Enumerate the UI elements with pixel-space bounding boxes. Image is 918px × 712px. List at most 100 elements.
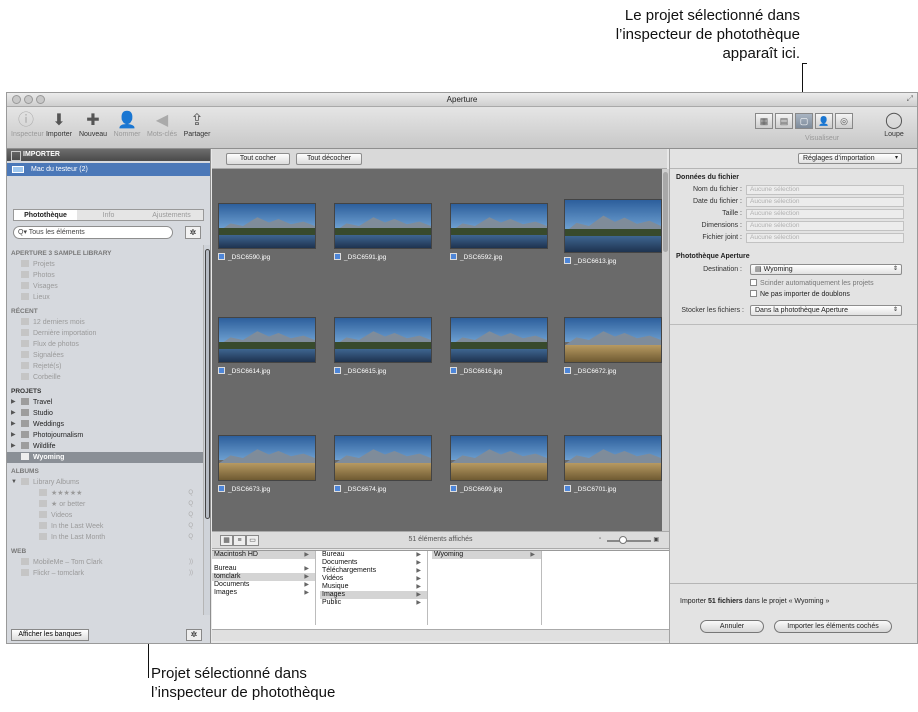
uncheck-all-button[interactable]: Tout décocher [296,153,362,165]
sidebar-scrollbar[interactable] [203,245,210,615]
slider-knob[interactable] [619,536,627,544]
new-button[interactable]: ✚ Nouveau [77,111,109,138]
no-duplicates-checkbox[interactable]: Ne pas importer de doublons [750,290,850,298]
import-settings-popup[interactable]: Réglages d’importation ▾ [798,153,902,164]
library-item-projects[interactable]: Projets [7,259,203,270]
disclosure-triangle-icon[interactable]: ▶ [11,408,16,419]
disclosure-triangle-icon[interactable]: ▼ [11,477,17,488]
loupe-button[interactable]: ◯ Loupe [879,111,909,138]
faces-view-icon[interactable]: 👤 [815,113,833,129]
magnifier-icon[interactable]: Q [188,510,193,521]
project-photojournalism[interactable]: ▶ Photojournalism [7,430,203,441]
library-item-photos[interactable]: Photos [7,270,203,281]
album-last-week[interactable]: In the Last Week Q [7,521,203,532]
browser-item[interactable]: Bureau ▶ [320,551,427,559]
web-item-flickr[interactable]: Flickr – tomclark)) [7,568,203,579]
browser-item[interactable]: Musique ▶ [320,583,427,591]
show-banks-button[interactable]: Afficher les banques [11,629,89,641]
photo-thumbnail[interactable] [218,435,316,481]
import-checked-button[interactable]: Importer les éléments cochés [774,620,892,633]
photo-cell[interactable]: _DSC6616.jpg [450,317,548,375]
library-search-input[interactable]: Q▾ Tous les éléments [13,226,173,239]
photo-cell[interactable]: _DSC6673.jpg [218,435,316,493]
project-studio[interactable]: ▶ Studio [7,408,203,419]
photo-thumbnail[interactable] [218,203,316,249]
browser-item[interactable]: Macintosh HD ▶ [212,551,315,559]
checkbox-checked[interactable] [564,485,571,492]
magnifier-icon[interactable]: Q [188,488,193,499]
cancel-button[interactable]: Annuler [700,620,764,633]
fullscreen-icon[interactable]: ⤢ [907,94,913,104]
thumbnail-size-slider[interactable]: ▫ ▣ [599,536,659,546]
checkbox-checked[interactable] [334,485,341,492]
browser-item[interactable]: Documents ▶ [212,581,315,589]
checkbox-checked[interactable] [450,485,457,492]
share-button[interactable]: ⇪ Partager [181,111,213,138]
browser-item[interactable]: Images ▶ [212,589,315,597]
photo-cell[interactable]: _DSC6590.jpg [218,203,316,261]
magnifier-icon[interactable]: Q [188,521,193,532]
photo-thumbnail[interactable] [564,199,662,253]
checkbox-box[interactable] [750,290,757,297]
checkbox-checked[interactable] [564,257,571,264]
photo-cell[interactable]: _DSC6592.jpg [450,203,548,261]
photo-thumbnail[interactable] [450,317,548,363]
recent-item-trash[interactable]: Corbeille [7,372,203,383]
checkbox-box[interactable] [750,279,757,286]
tab-library[interactable]: Photothèque [14,210,77,220]
browser-view-icon[interactable]: ▦ [755,113,773,129]
browser-item[interactable]: Documents ▶ [320,559,427,567]
check-all-button[interactable]: Tout cocher [226,153,290,165]
split-projects-checkbox[interactable]: Scinder automatiquement les projets [750,279,874,287]
recent-item-last-import[interactable]: Dernière importation [7,328,203,339]
project-wyoming[interactable]: Wyoming [7,452,203,463]
checkbox-checked[interactable] [450,367,457,374]
disclosure-triangle-icon[interactable]: ▶ [11,419,16,430]
photo-thumbnail[interactable] [334,317,432,363]
project-wildlife[interactable]: ▶ Wildlife [7,441,203,452]
album-last-month[interactable]: In the Last Month Q [7,532,203,543]
albums-group-library[interactable]: ▼ Library Albums [7,477,203,488]
album-five-stars[interactable]: ★★★★★ Q [7,488,203,499]
inspector-button[interactable]: ⓘ Inspecteur [11,111,44,138]
browser-item[interactable]: Public ▶ [320,599,427,607]
magnifier-icon[interactable]: Q [188,532,193,543]
import-button[interactable]: ⬇ Importer [43,111,75,138]
library-item-faces[interactable]: Visages [7,281,203,292]
recent-item-12-months[interactable]: 12 derniers mois [7,317,203,328]
browser-item[interactable]: tomclark ▶ [212,573,315,581]
sidebar-gear-button[interactable]: ✲ [186,629,202,641]
browser-scrollbar[interactable] [212,629,669,641]
photo-cell[interactable]: _DSC6701.jpg [564,435,662,493]
photo-cell[interactable]: _DSC6613.jpg [564,199,662,265]
album-videos[interactable]: Videos Q [7,510,203,521]
photo-thumbnail[interactable] [218,317,316,363]
places-view-icon[interactable]: ◎ [835,113,853,129]
disclosure-triangle-icon[interactable]: ▶ [11,430,16,441]
browser-item[interactable]: Téléchargements ▶ [320,567,427,575]
checkbox-checked[interactable] [334,367,341,374]
recent-item-photo-stream[interactable]: Flux de photos [7,339,203,350]
photo-cell[interactable]: _DSC6591.jpg [334,203,432,261]
tab-info[interactable]: Info [77,210,140,220]
photo-thumbnail[interactable] [450,435,548,481]
checkbox-checked[interactable] [218,367,225,374]
scroll-thumb[interactable] [205,249,210,519]
web-item-mobileme[interactable]: MobileMe – Tom Clark)) [7,557,203,568]
photo-thumbnail[interactable] [564,435,662,481]
photo-thumbnail[interactable] [450,203,548,249]
photo-cell[interactable]: _DSC6674.jpg [334,435,432,493]
checkbox-checked[interactable] [218,253,225,260]
checkbox-checked[interactable] [450,253,457,260]
search-gear-button[interactable]: ✲ [185,226,201,239]
slider-track[interactable] [607,540,651,542]
project-weddings[interactable]: ▶ Weddings [7,419,203,430]
checkbox-checked[interactable] [334,253,341,260]
browser-item[interactable]: Images ▶ [320,591,427,599]
checkbox-checked[interactable] [218,485,225,492]
photo-cell[interactable]: _DSC6614.jpg [218,317,316,375]
grid-scrollbar[interactable] [662,169,669,531]
photo-cell[interactable]: _DSC6615.jpg [334,317,432,375]
checkbox-checked[interactable] [564,367,571,374]
library-item-places[interactable]: Lieux [7,292,203,303]
